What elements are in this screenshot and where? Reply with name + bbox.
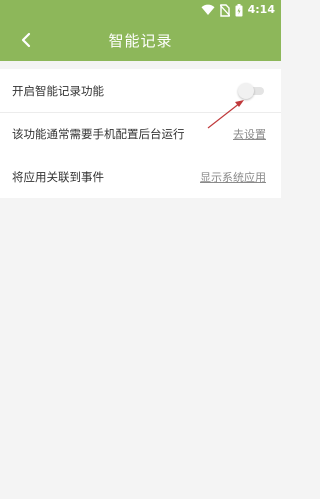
go-settings-link[interactable]: 去设置 (233, 126, 266, 142)
link-app-label: 将应用关联到事件 (12, 169, 104, 184)
background-run-label: 该功能通常需要手机配置后台运行 (12, 127, 185, 141)
smart-record-toggle[interactable] (238, 82, 266, 99)
no-sim-icon (219, 3, 230, 17)
toggle-knob (238, 82, 254, 99)
smart-record-row: 开启智能记录功能 (0, 69, 281, 112)
back-button[interactable] (12, 26, 40, 54)
smart-record-label: 开启智能记录功能 (12, 83, 104, 98)
status-bar: 4:14 (0, 0, 281, 20)
chevron-left-icon (21, 32, 31, 48)
page-title: 智能记录 (108, 32, 173, 50)
link-app-section: 将应用关联到事件 显示系统应用 (0, 155, 281, 198)
status-icons: 4:14 (201, 2, 275, 18)
wifi-icon (201, 4, 215, 15)
smart-record-section: 开启智能记录功能 该功能通常需要手机配置后台运行 去设置 (0, 69, 281, 155)
show-system-apps-link[interactable]: 显示系统应用 (200, 169, 266, 185)
link-app-row: 将应用关联到事件 显示系统应用 (0, 155, 281, 198)
app-bar: 智能记录 (0, 20, 281, 61)
background-run-row: 该功能通常需要手机配置后台运行 去设置 (0, 112, 281, 155)
status-time: 4:14 (247, 3, 275, 16)
battery-icon (235, 3, 243, 16)
